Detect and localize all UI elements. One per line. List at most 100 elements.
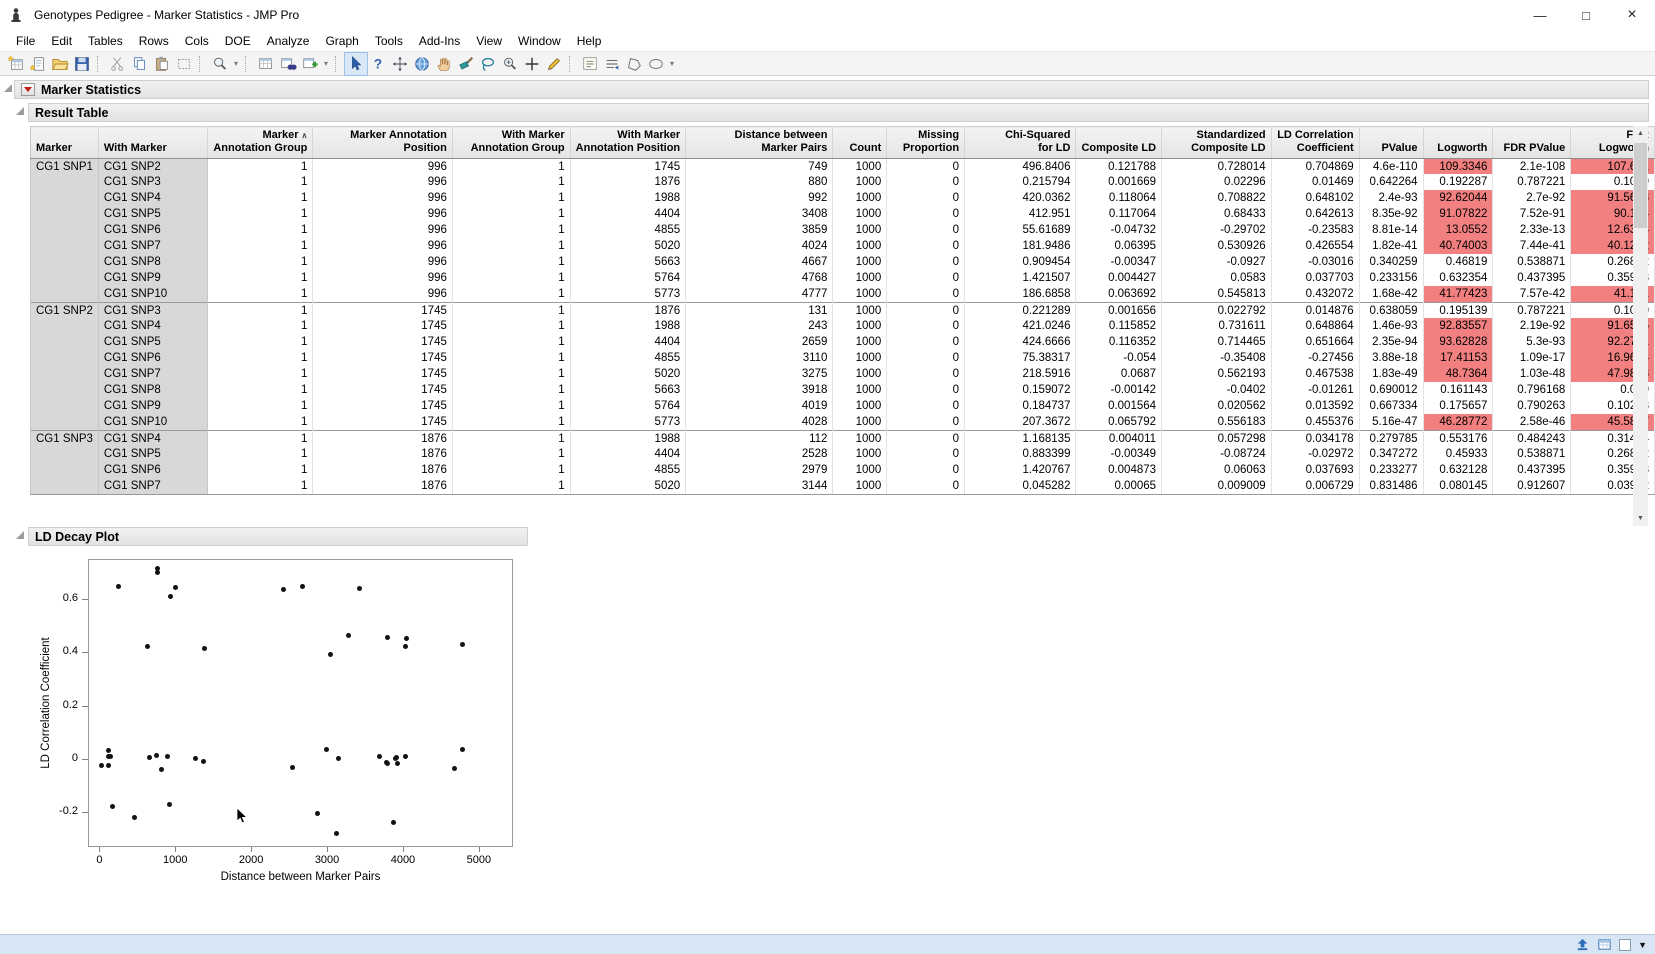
with-marker-annotation-position-cell[interactable]: 5663 bbox=[570, 382, 685, 398]
marker-annotation-group-cell[interactable]: 1 bbox=[208, 318, 313, 334]
data-point[interactable] bbox=[460, 747, 465, 752]
table-row[interactable]: CG1 SNP5199614404340810000412.9510.11706… bbox=[31, 206, 1655, 222]
count-cell[interactable]: 1000 bbox=[833, 366, 887, 382]
logworth-cell[interactable]: 0.161143 bbox=[1423, 382, 1493, 398]
composite-ld-cell[interactable]: 0.001669 bbox=[1076, 174, 1162, 190]
table-row[interactable]: CG1 SNP511876144042528100000.883399-0.00… bbox=[31, 446, 1655, 462]
chi-squared-for-ld-cell[interactable]: 496.8406 bbox=[965, 158, 1076, 174]
with-marker-annotation-position-cell[interactable]: 1988 bbox=[570, 430, 685, 446]
ld-correlation-coefficient-cell[interactable]: 0.455376 bbox=[1271, 414, 1359, 430]
logworth-cell[interactable]: 92.62044 bbox=[1423, 190, 1493, 206]
chi-squared-for-ld-cell[interactable]: 0.221289 bbox=[965, 302, 1076, 318]
table-row[interactable]: CG1 SNP619961485538591000055.61689-0.047… bbox=[31, 222, 1655, 238]
data-point[interactable] bbox=[106, 754, 111, 759]
standardized-composite-ld-cell[interactable]: 0.731611 bbox=[1162, 318, 1272, 334]
globe-tool-icon[interactable] bbox=[411, 53, 433, 75]
standardized-composite-ld-cell[interactable]: 0.714465 bbox=[1162, 334, 1272, 350]
table-row[interactable]: CG1 SNP911745157644019100000.1847370.001… bbox=[31, 398, 1655, 414]
column-header-standardized-composite-ld[interactable]: StandardizedComposite LD bbox=[1162, 127, 1272, 159]
composite-ld-cell[interactable]: 0.121788 bbox=[1076, 158, 1162, 174]
column-header-with-marker[interactable]: With Marker bbox=[98, 127, 207, 159]
missing-proportion-cell[interactable]: 0 bbox=[887, 190, 965, 206]
count-cell[interactable]: 1000 bbox=[833, 318, 887, 334]
pvalue-cell[interactable]: 1.46e-93 bbox=[1359, 318, 1423, 334]
missing-proportion-cell[interactable]: 0 bbox=[887, 286, 965, 302]
distance-between-marker-pairs-cell[interactable]: 4777 bbox=[686, 286, 833, 302]
column-header-ld-correlation-coefficient[interactable]: LD CorrelationCoefficient bbox=[1271, 127, 1359, 159]
logworth-cell[interactable]: 109.3346 bbox=[1423, 158, 1493, 174]
marker-annotation-position-cell[interactable]: 1745 bbox=[313, 366, 452, 382]
composite-ld-cell[interactable]: -0.00349 bbox=[1076, 446, 1162, 462]
missing-proportion-cell[interactable]: 0 bbox=[887, 350, 965, 366]
marker-statistics-disclosure-icon[interactable] bbox=[4, 84, 12, 92]
standardized-composite-ld-cell[interactable]: 0.057298 bbox=[1162, 430, 1272, 446]
missing-proportion-cell[interactable]: 0 bbox=[887, 430, 965, 446]
table-row[interactable]: CG1 SNP2CG1 SNP31174511876131100000.2212… bbox=[31, 302, 1655, 318]
with-marker-cell[interactable]: CG1 SNP10 bbox=[98, 414, 207, 430]
data-point[interactable] bbox=[357, 586, 362, 591]
data-point[interactable] bbox=[404, 636, 409, 641]
data-point[interactable] bbox=[403, 644, 408, 649]
marker-cell[interactable] bbox=[31, 174, 99, 190]
with-marker-annotation-position-cell[interactable]: 1876 bbox=[570, 302, 685, 318]
marker-cell[interactable]: CG1 SNP3 bbox=[31, 430, 99, 446]
with-marker-annotation-group-cell[interactable]: 1 bbox=[452, 366, 570, 382]
count-cell[interactable]: 1000 bbox=[833, 190, 887, 206]
count-cell[interactable]: 1000 bbox=[833, 414, 887, 430]
with-marker-cell[interactable]: CG1 SNP6 bbox=[98, 350, 207, 366]
marker-cell[interactable] bbox=[31, 366, 99, 382]
with-marker-cell[interactable]: CG1 SNP7 bbox=[98, 366, 207, 382]
count-cell[interactable]: 1000 bbox=[833, 462, 887, 478]
distance-between-marker-pairs-cell[interactable]: 2979 bbox=[686, 462, 833, 478]
standardized-composite-ld-cell[interactable]: 0.022792 bbox=[1162, 302, 1272, 318]
with-marker-annotation-group-cell[interactable]: 1 bbox=[452, 254, 570, 270]
ld-correlation-coefficient-cell[interactable]: 0.013592 bbox=[1271, 398, 1359, 414]
data-point[interactable] bbox=[168, 594, 173, 599]
open-icon[interactable] bbox=[49, 53, 71, 75]
fdr-pvalue-cell[interactable]: 0.538871 bbox=[1493, 446, 1571, 462]
chi-squared-for-ld-cell[interactable]: 207.3672 bbox=[965, 414, 1076, 430]
column-header-pvalue[interactable]: PValue bbox=[1359, 127, 1423, 159]
pvalue-cell[interactable]: 1.68e-42 bbox=[1359, 286, 1423, 302]
logworth-cell[interactable]: 48.7364 bbox=[1423, 366, 1493, 382]
table-row[interactable]: CG1 SNP3199611876880100000.2157940.00166… bbox=[31, 174, 1655, 190]
ld-correlation-coefficient-cell[interactable]: -0.02972 bbox=[1271, 446, 1359, 462]
data-point[interactable] bbox=[385, 635, 390, 640]
with-marker-cell[interactable]: CG1 SNP4 bbox=[98, 318, 207, 334]
table-row[interactable]: CG1 SNP6117451485531101000075.38317-0.05… bbox=[31, 350, 1655, 366]
marker-annotation-position-cell[interactable]: 1876 bbox=[313, 446, 452, 462]
with-marker-annotation-position-cell[interactable]: 5764 bbox=[570, 398, 685, 414]
red-triangle-menu-icon[interactable] bbox=[21, 83, 35, 96]
ld-correlation-coefficient-cell[interactable]: 0.651664 bbox=[1271, 334, 1359, 350]
count-cell[interactable]: 1000 bbox=[833, 430, 887, 446]
table-row[interactable]: CG1 SNP10199615773477710000186.68580.063… bbox=[31, 286, 1655, 302]
with-marker-annotation-group-cell[interactable]: 1 bbox=[452, 238, 570, 254]
pvalue-cell[interactable]: 2.35e-94 bbox=[1359, 334, 1423, 350]
logworth-cell[interactable]: 0.175657 bbox=[1423, 398, 1493, 414]
distance-between-marker-pairs-cell[interactable]: 4667 bbox=[686, 254, 833, 270]
ld-correlation-coefficient-cell[interactable]: 0.432072 bbox=[1271, 286, 1359, 302]
pvalue-cell[interactable]: 2.4e-93 bbox=[1359, 190, 1423, 206]
pvalue-cell[interactable]: 0.279785 bbox=[1359, 430, 1423, 446]
fdr-pvalue-cell[interactable]: 0.787221 bbox=[1493, 174, 1571, 190]
with-marker-cell[interactable]: CG1 SNP3 bbox=[98, 302, 207, 318]
data-point[interactable] bbox=[391, 820, 396, 825]
standardized-composite-ld-cell[interactable]: -0.29702 bbox=[1162, 222, 1272, 238]
cut-icon[interactable] bbox=[107, 53, 129, 75]
missing-proportion-cell[interactable]: 0 bbox=[887, 254, 965, 270]
count-cell[interactable]: 1000 bbox=[833, 206, 887, 222]
pvalue-cell[interactable]: 8.35e-92 bbox=[1359, 206, 1423, 222]
marker-annotation-group-cell[interactable]: 1 bbox=[208, 462, 313, 478]
ld-decay-plot-disclosure-icon[interactable] bbox=[16, 531, 24, 539]
with-marker-cell[interactable]: CG1 SNP7 bbox=[98, 478, 207, 494]
standardized-composite-ld-cell[interactable]: -0.0927 bbox=[1162, 254, 1272, 270]
data-point[interactable] bbox=[324, 747, 329, 752]
table-row[interactable]: CG1 SNP51174514404265910000424.66660.116… bbox=[31, 334, 1655, 350]
data-point[interactable] bbox=[377, 754, 382, 759]
standardized-composite-ld-cell[interactable]: 0.545813 bbox=[1162, 286, 1272, 302]
with-marker-annotation-group-cell[interactable]: 1 bbox=[452, 478, 570, 494]
distance-between-marker-pairs-cell[interactable]: 3110 bbox=[686, 350, 833, 366]
marker-annotation-position-cell[interactable]: 1745 bbox=[313, 350, 452, 366]
composite-ld-cell[interactable]: 0.06395 bbox=[1076, 238, 1162, 254]
menu-item-tools[interactable]: Tools bbox=[367, 32, 411, 50]
